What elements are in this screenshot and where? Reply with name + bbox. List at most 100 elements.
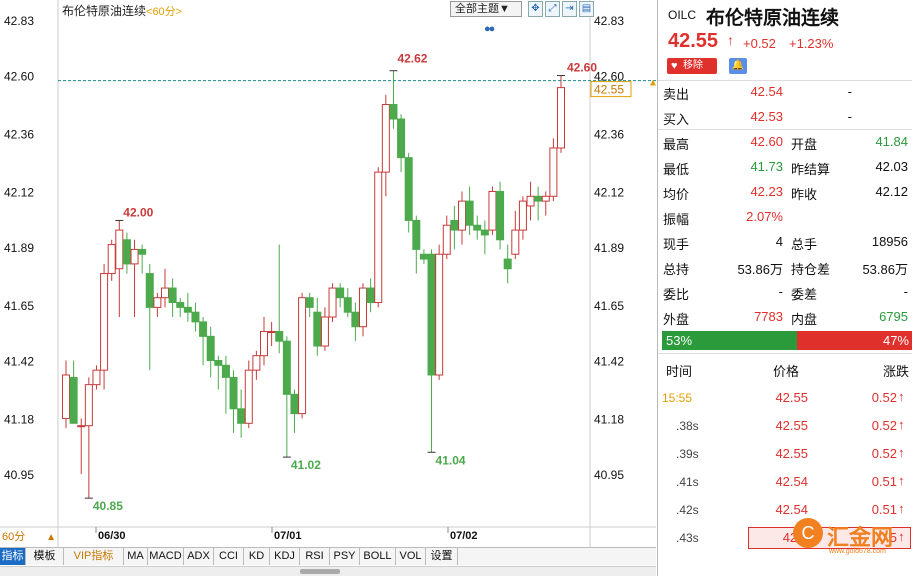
stat-label: 总手 [791,237,818,252]
high-label: 42.62 [397,52,427,66]
y-tick-label-right: 41.65 [594,299,624,313]
stat-value: 41.84 [875,134,908,149]
tick-price: 42.55 [775,418,808,433]
stat-value: 18956 [871,234,908,249]
candle-body [176,302,185,308]
bid-price: 42.53 [750,109,783,124]
tick-change: 0.52 [871,418,897,433]
tab-11[interactable]: BOLL [360,548,396,565]
candlestick-chart[interactable]: 42.83 42.83 42.60 42.60 42.36 42.36 42.12 42.12… [0,0,656,548]
candle-body [381,104,390,173]
link-icon: ●● [484,23,495,35]
tab-2[interactable]: VIP指标 [64,548,124,565]
stat-value: 42.12 [875,184,908,199]
candle-body [305,297,314,308]
candle-body [183,306,192,313]
tick-row: .39s 42.55 0.52 ↑ [658,440,912,468]
candle-body [404,157,413,221]
sell-ratio-bar: 47% [797,331,912,350]
tab-13[interactable]: 设置 [426,548,458,565]
chart-period-tag: <60分> [146,6,183,18]
buy-ratio-bar: 53% [662,331,797,350]
tab-12[interactable]: VOL [396,548,426,565]
x-tick-label: 06/30 [98,530,126,542]
tab-3[interactable]: MA [124,548,148,565]
tab-9[interactable]: RSI [300,548,330,565]
tab-8[interactable]: KDJ [270,548,300,565]
tab-10[interactable]: PSY [330,548,360,565]
candle-body [336,287,345,299]
crosshair-icon[interactable]: ✥ [528,1,543,17]
stat-label: 委比 [663,287,690,302]
ticks-header-price: 价格 [773,364,800,379]
scroll-thumb[interactable] [300,569,340,574]
tick-time: .38s [676,419,699,433]
candle-body [298,297,307,415]
y-tick-label-left: 41.65 [4,299,34,313]
tick-price: 42.54 [775,474,808,489]
stat-label: 振幅 [663,212,690,227]
candle-body [267,331,276,334]
candle-body [458,200,466,231]
y-tick-label-right: 41.42 [594,355,624,369]
last-price: 42.55 [668,30,719,52]
candle-body [465,200,474,226]
y-tick-label-left: 42.83 [4,14,34,28]
stat-label: 昨收 [791,187,818,202]
alert-bell-button[interactable]: 🔔 [729,58,747,74]
stat-label: 均价 [663,187,690,202]
tab-5[interactable]: ADX [184,548,214,565]
stat-label: 内盘 [791,312,818,327]
y-tick-label-left: 42.36 [4,128,34,142]
price-change: +0.52 [743,36,776,51]
kline-chart-area[interactable]: 42.83 42.83 42.60 42.60 42.36 42.36 42.12 42.12… [0,0,656,548]
candle-body [221,364,230,378]
y-tick-label-left: 42.12 [4,185,34,199]
settings-icon[interactable]: ▤ [579,1,594,17]
candle-body [199,321,208,337]
period-select[interactable]: 60分 ▲ [0,529,60,546]
stat-label: 开盘 [791,137,818,152]
stat-value: 53.86万 [862,262,908,277]
stat-label: 持仓差 [791,262,831,277]
up-arrow-icon: ↑ [727,32,734,48]
low-label-3: 41.04 [436,453,466,467]
candle-body [130,248,139,265]
theme-select-button[interactable]: 全部主题▼ [450,1,522,17]
candle-body [435,253,444,376]
candle-body [252,355,261,371]
low-label-1: 40.85 [93,499,123,513]
candle-body [168,287,177,304]
tick-row: .41s 42.54 0.51 ↑ [658,468,912,496]
stat-value: 42.03 [875,159,908,174]
y-tick-label-left: 41.18 [4,412,34,426]
stat-value: - [778,284,783,299]
candle-body [427,253,436,376]
candle-body [389,104,398,120]
tab-4[interactable]: MACD [148,548,184,565]
candle-body [488,190,497,231]
candle-body [153,297,162,308]
y-tick-label-right: 41.89 [594,241,624,255]
mid-high-label: 42.00 [123,205,153,219]
remove-favorite-button[interactable]: ♥ 移除 [667,58,717,74]
stat-value: 41.73 [750,159,783,174]
candle-body [275,331,284,342]
candle-body [145,273,154,308]
divider [658,129,912,130]
candle-body [526,195,535,207]
ask-label: 卖出 [663,87,690,102]
stat-label: 最低 [663,162,690,177]
tab-1[interactable]: 模板 [26,548,64,565]
fullscreen-icon[interactable]: ⤢ [545,1,560,17]
divider [658,80,912,81]
candle-body [92,369,101,386]
x-tick-label: 07/02 [450,530,478,542]
tab-0[interactable]: 指标 [0,548,26,565]
tab-7[interactable]: KD [244,548,270,565]
export-icon[interactable]: ⇥ [562,1,577,17]
tab-6[interactable]: CCI [214,548,244,565]
horizontal-scrollbar[interactable] [0,566,656,576]
current-price-label: 42.55 [594,83,624,97]
price-change-pct: +1.23% [789,36,834,51]
